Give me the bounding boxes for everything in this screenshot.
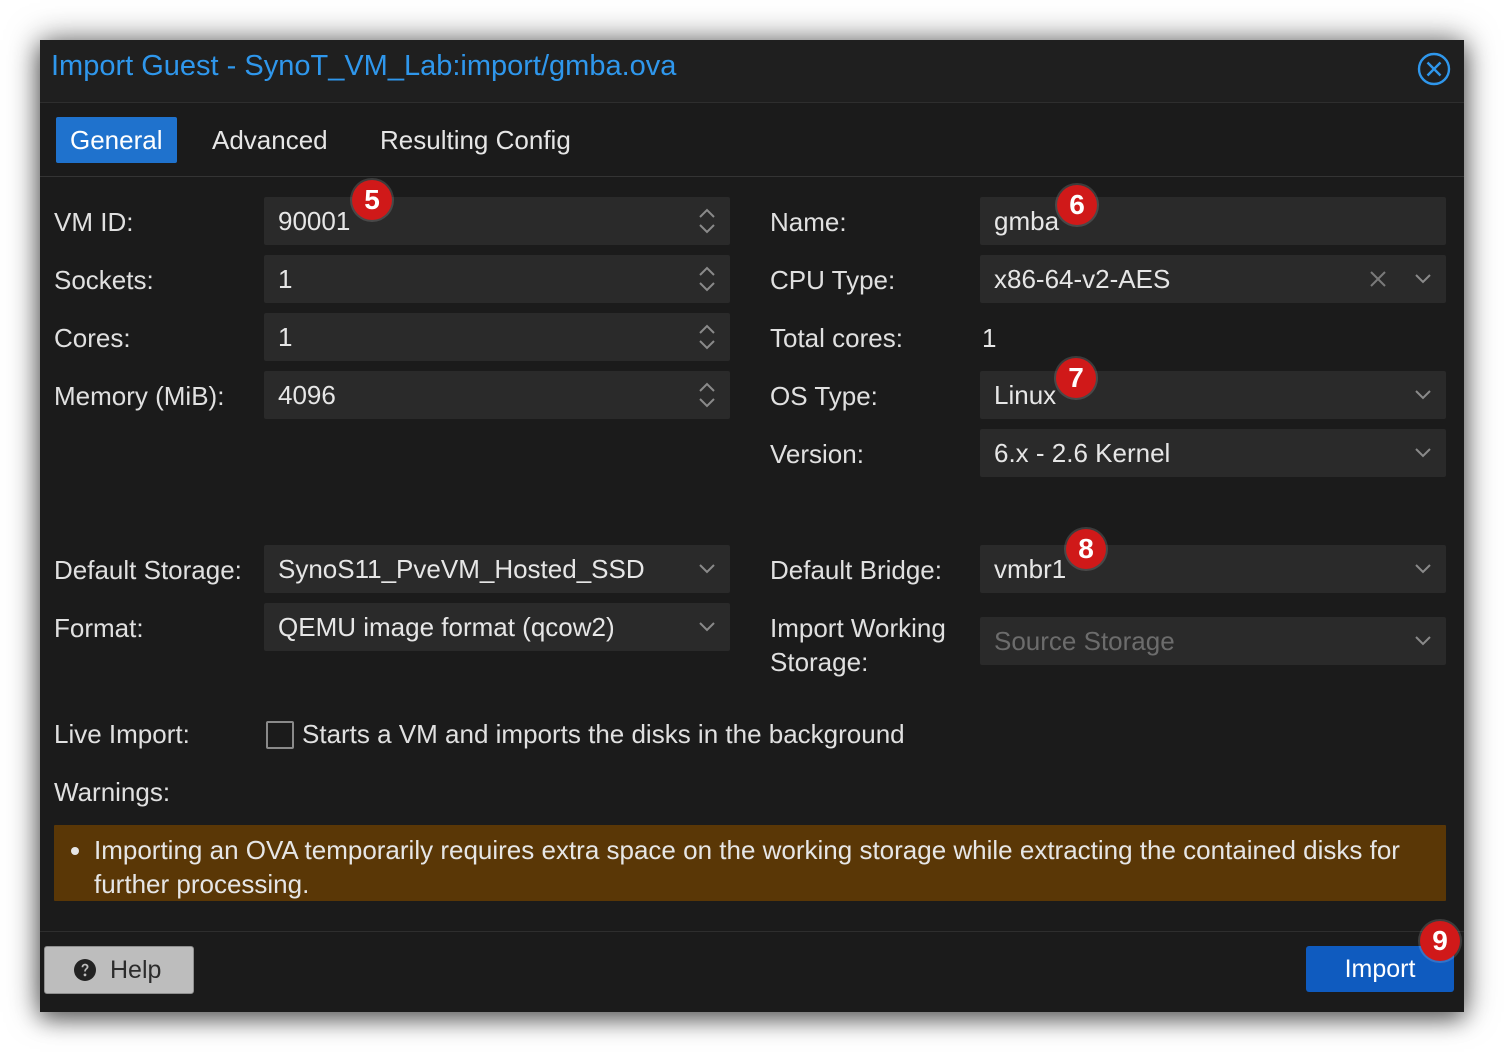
vm-id-label: VM ID: bbox=[54, 207, 134, 237]
chevron-down-icon[interactable] bbox=[1414, 387, 1432, 401]
tab-advanced[interactable]: Advanced bbox=[198, 117, 342, 163]
name-label: Name: bbox=[770, 207, 847, 237]
clear-icon[interactable] bbox=[1368, 269, 1388, 289]
annotation-badge-5: 5 bbox=[352, 180, 392, 220]
tab-resulting-config[interactable]: Resulting Config bbox=[366, 117, 585, 163]
chevron-down-icon[interactable] bbox=[698, 619, 716, 633]
default-bridge-value: vmbr1 bbox=[994, 554, 1067, 584]
tab-general[interactable]: General bbox=[56, 117, 177, 163]
warning-list: Importing an OVA temporarily requires ex… bbox=[54, 825, 1446, 901]
help-icon bbox=[74, 959, 96, 981]
dialog-title: Import Guest - SynoT_VM_Lab:import/gmba.… bbox=[51, 50, 677, 82]
name-value: gmba bbox=[994, 206, 1060, 236]
annotation-badge-6: 6 bbox=[1057, 185, 1097, 225]
import-working-storage-label-2: Storage: bbox=[770, 647, 869, 677]
chevron-down-icon[interactable] bbox=[1414, 445, 1432, 459]
name-input[interactable]: gmba bbox=[980, 197, 1446, 245]
default-storage-value: SynoS11_PveVM_Hosted_SSD bbox=[278, 554, 645, 584]
vm-id-field[interactable]: 90001 bbox=[264, 197, 730, 245]
total-cores-value: 1 bbox=[982, 323, 997, 353]
import-working-storage-label: Import Working bbox=[770, 613, 946, 643]
help-button-label: Help bbox=[110, 956, 162, 984]
cores-label: Cores: bbox=[54, 323, 131, 353]
sockets-value: 1 bbox=[278, 264, 293, 294]
live-import-checkbox[interactable] bbox=[266, 721, 294, 749]
os-type-select[interactable]: Linux bbox=[980, 371, 1446, 419]
annotation-badge-8: 8 bbox=[1066, 529, 1106, 569]
version-value: 6.x - 2.6 Kernel bbox=[994, 438, 1171, 468]
sockets-label: Sockets: bbox=[54, 265, 154, 295]
format-label: Format: bbox=[54, 613, 144, 643]
sockets-field[interactable]: 1 bbox=[264, 255, 730, 303]
chevron-down-icon[interactable] bbox=[1414, 271, 1432, 285]
chevron-down-icon[interactable] bbox=[1414, 561, 1432, 575]
memory-label: Memory (MiB): bbox=[54, 381, 225, 411]
warning-item: Importing an OVA temporarily requires ex… bbox=[94, 825, 1446, 901]
format-value: QEMU image format (qcow2) bbox=[278, 612, 615, 642]
cpu-type-value: x86-64-v2-AES bbox=[994, 264, 1171, 294]
annotation-badge-9: 9 bbox=[1420, 921, 1460, 961]
total-cores-label: Total cores: bbox=[770, 323, 903, 353]
cpu-type-select[interactable]: x86-64-v2-AES bbox=[980, 255, 1446, 303]
memory-field[interactable]: 4096 bbox=[264, 371, 730, 419]
import-working-storage-select[interactable]: Source Storage bbox=[980, 617, 1446, 665]
default-storage-select[interactable]: SynoS11_PveVM_Hosted_SSD bbox=[264, 545, 730, 593]
default-storage-label: Default Storage: bbox=[54, 555, 242, 585]
close-icon[interactable] bbox=[1416, 51, 1452, 87]
cores-field[interactable]: 1 bbox=[264, 313, 730, 361]
chevron-down-icon[interactable] bbox=[1414, 633, 1432, 647]
default-bridge-label: Default Bridge: bbox=[770, 555, 942, 585]
help-button[interactable]: Help bbox=[44, 946, 194, 994]
chevron-down-icon[interactable] bbox=[698, 561, 716, 575]
default-bridge-select[interactable]: vmbr1 bbox=[980, 545, 1446, 593]
memory-value: 4096 bbox=[278, 380, 336, 410]
tab-bar: General Advanced Resulting Config bbox=[40, 103, 1464, 177]
version-label: Version: bbox=[770, 439, 864, 469]
live-import-label: Live Import: bbox=[54, 719, 190, 749]
vm-id-value: 90001 bbox=[278, 206, 351, 236]
os-type-value: Linux bbox=[994, 380, 1057, 410]
import-working-storage-placeholder: Source Storage bbox=[994, 626, 1175, 656]
warning-box: Importing an OVA temporarily requires ex… bbox=[54, 825, 1446, 901]
spinner-icon[interactable] bbox=[698, 205, 716, 237]
os-type-label: OS Type: bbox=[770, 381, 878, 411]
format-select[interactable]: QEMU image format (qcow2) bbox=[264, 603, 730, 651]
import-guest-dialog: Import Guest - SynoT_VM_Lab:import/gmba.… bbox=[40, 40, 1464, 1012]
dialog-footer: Help Import bbox=[40, 931, 1464, 1013]
warnings-label: Warnings: bbox=[54, 777, 171, 807]
spinner-icon[interactable] bbox=[698, 263, 716, 295]
spinner-icon[interactable] bbox=[698, 379, 716, 411]
cores-value: 1 bbox=[278, 322, 293, 352]
live-import-checkbox-label[interactable]: Starts a VM and imports the disks in the… bbox=[302, 717, 905, 751]
cpu-type-label: CPU Type: bbox=[770, 265, 896, 295]
version-select[interactable]: 6.x - 2.6 Kernel bbox=[980, 429, 1446, 477]
annotation-badge-7: 7 bbox=[1056, 358, 1096, 398]
spinner-icon[interactable] bbox=[698, 321, 716, 353]
dialog-titlebar: Import Guest - SynoT_VM_Lab:import/gmba.… bbox=[40, 40, 1464, 103]
